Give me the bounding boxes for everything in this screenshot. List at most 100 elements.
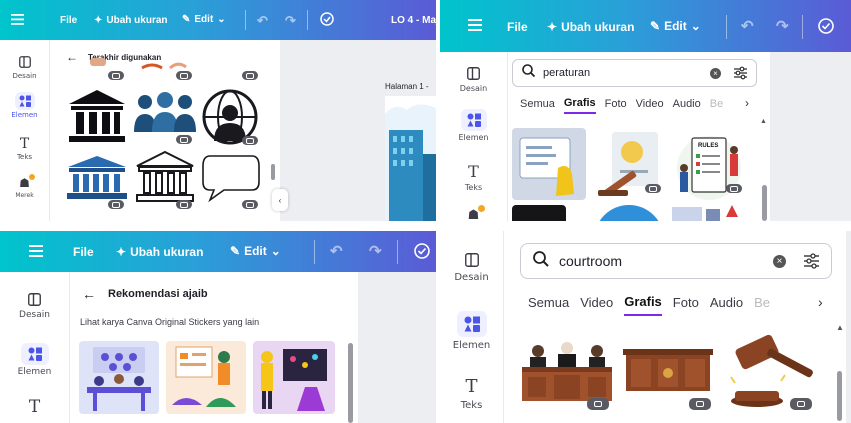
resize-button[interactable]: ✦ Ubah ukuran: [116, 245, 203, 259]
tab-more[interactable]: Be: [710, 98, 723, 114]
edit-button[interactable]: ✎ Edit ⌄: [182, 14, 226, 25]
layout-icon: [462, 64, 486, 82]
resize-label: Ubah ukuran: [130, 245, 204, 259]
graphic-courthouse-blue[interactable]: [66, 155, 128, 201]
tabs-scroll-right-icon[interactable]: ›: [818, 294, 823, 310]
sticker-meeting[interactable]: [79, 341, 159, 414]
search-icon: [533, 250, 549, 272]
tab-photos[interactable]: Foto: [605, 98, 627, 114]
undo-icon[interactable]: ↶: [741, 17, 754, 35]
search-box[interactable]: courtroom ×: [520, 243, 832, 279]
resize-button[interactable]: ✦ Ubah ukuran: [547, 20, 634, 34]
redo-icon[interactable]: ↷: [776, 17, 789, 35]
rail-elements-label: Elemen: [458, 133, 489, 142]
graphic-speech-bubble[interactable]: [200, 152, 262, 204]
rail-elements[interactable]: Elemen: [440, 311, 503, 351]
search-box[interactable]: peraturan ×: [512, 59, 757, 87]
scrollbar-thumb[interactable]: [348, 343, 353, 423]
tab-photos[interactable]: Foto: [673, 295, 699, 316]
cloud-check-icon[interactable]: [817, 18, 835, 34]
scrollbar-thumb[interactable]: [271, 164, 275, 180]
top-toolbar: File ✦ Ubah ukuran ✎ Edit ⌄ ↶ ↷: [440, 0, 851, 52]
graphic-partial-dark[interactable]: [512, 205, 566, 221]
menu-icon[interactable]: [11, 14, 24, 25]
file-menu[interactable]: File: [60, 15, 77, 26]
file-menu[interactable]: File: [507, 20, 528, 34]
graphic-partial-legal[interactable]: [672, 203, 746, 221]
layout-icon: [460, 251, 484, 269]
sticker-presentation[interactable]: [166, 341, 246, 414]
rail-brand[interactable]: ☗ Merek: [0, 174, 49, 199]
tabs-scroll-right-icon[interactable]: ›: [745, 96, 749, 110]
rail-design[interactable]: Desain: [440, 251, 503, 283]
undo-icon[interactable]: ↶: [257, 13, 268, 29]
panel-magic-recommendations: File ✦ Ubah ukuran ✎ Edit ⌄ ↶ ↷ Desain E…: [0, 231, 436, 423]
panel-gutter-horizontal: [0, 221, 851, 231]
file-menu[interactable]: File: [73, 245, 94, 259]
tab-audio[interactable]: Audio: [673, 98, 701, 114]
graphic-judges-bench[interactable]: [520, 339, 614, 401]
filter-icon[interactable]: [733, 66, 748, 85]
pencil-icon: ✎: [230, 244, 241, 258]
graphic-top-partial[interactable]: [140, 58, 190, 72]
rail-brand[interactable]: ☗: [440, 205, 507, 221]
scrollbar-thumb[interactable]: [762, 185, 767, 221]
back-arrow-icon[interactable]: ←: [66, 50, 78, 64]
tab-videos[interactable]: Video: [580, 295, 613, 316]
rail-text[interactable]: T Teks: [0, 136, 49, 161]
document-title[interactable]: LO 4 - Maj: [391, 15, 436, 26]
filter-icon[interactable]: [803, 253, 820, 274]
collapse-panel-button[interactable]: ‹: [272, 189, 288, 211]
rail-text[interactable]: T Teks: [440, 376, 503, 411]
search-input[interactable]: peraturan: [543, 67, 590, 79]
clear-search-icon[interactable]: ×: [773, 255, 786, 268]
graphic-team-people[interactable]: [132, 92, 198, 136]
rail-design[interactable]: Desain: [0, 290, 69, 320]
rail-text[interactable]: T Teks: [440, 162, 507, 192]
edit-button[interactable]: ✎ Edit ⌄: [230, 244, 281, 258]
scroll-up-icon[interactable]: ▲: [760, 118, 767, 125]
cloud-check-icon[interactable]: [413, 243, 431, 259]
rail-elements-label: Elemen: [17, 367, 52, 377]
graphic-courthouse-black[interactable]: [67, 88, 127, 144]
design-page-preview[interactable]: [385, 96, 436, 221]
cloud-check-icon[interactable]: [319, 12, 335, 26]
undo-icon[interactable]: ↶: [330, 242, 343, 260]
menu-icon[interactable]: [29, 245, 43, 257]
collection-subtitle[interactable]: Lihat karya Canva Original Stickers yang…: [80, 317, 259, 327]
graphic-partial-blue[interactable]: [594, 203, 664, 221]
graphic-court-desk[interactable]: [623, 349, 713, 391]
panel-gutter-vertical: [436, 0, 440, 423]
premium-badge: [108, 71, 124, 80]
resize-button[interactable]: ✦ Ubah ukuran: [94, 15, 168, 26]
tab-graphics[interactable]: Grafis: [624, 294, 662, 316]
rail-text[interactable]: T: [0, 397, 69, 417]
tab-all[interactable]: Semua: [520, 98, 555, 114]
graphic-courthouse-outline[interactable]: [134, 150, 196, 204]
tab-graphics[interactable]: Grafis: [563, 97, 596, 114]
scroll-up-icon[interactable]: ▲: [836, 323, 844, 332]
rail-design[interactable]: Desain: [0, 54, 49, 80]
redo-icon[interactable]: ↷: [285, 13, 296, 29]
redo-icon[interactable]: ↷: [369, 242, 382, 260]
rail-elements[interactable]: Elemen: [0, 343, 69, 377]
sticker-team-board[interactable]: [253, 341, 335, 414]
scrollbar-thumb[interactable]: [837, 371, 842, 421]
clear-search-icon[interactable]: ×: [710, 68, 721, 79]
graphic-top-partial[interactable]: [90, 58, 106, 66]
rail-elements[interactable]: Elemen: [440, 109, 507, 142]
rail-elements[interactable]: Elemen: [0, 92, 49, 119]
edit-button[interactable]: ✎ Edit ⌄: [650, 19, 701, 33]
back-arrow-icon[interactable]: ←: [82, 286, 96, 302]
tab-videos[interactable]: Video: [636, 98, 664, 114]
rail-design[interactable]: Desain: [440, 64, 507, 93]
tab-all[interactable]: Semua: [528, 295, 569, 316]
tab-more[interactable]: Be: [754, 295, 770, 316]
tab-audio[interactable]: Audio: [710, 295, 743, 316]
search-input[interactable]: courtroom: [559, 253, 622, 269]
chevron-down-icon: ⌄: [690, 19, 701, 33]
premium-badge: [108, 200, 124, 209]
text-icon: T: [19, 136, 30, 152]
menu-icon[interactable]: [468, 19, 482, 31]
graphic-checklist-hand[interactable]: [512, 128, 586, 200]
